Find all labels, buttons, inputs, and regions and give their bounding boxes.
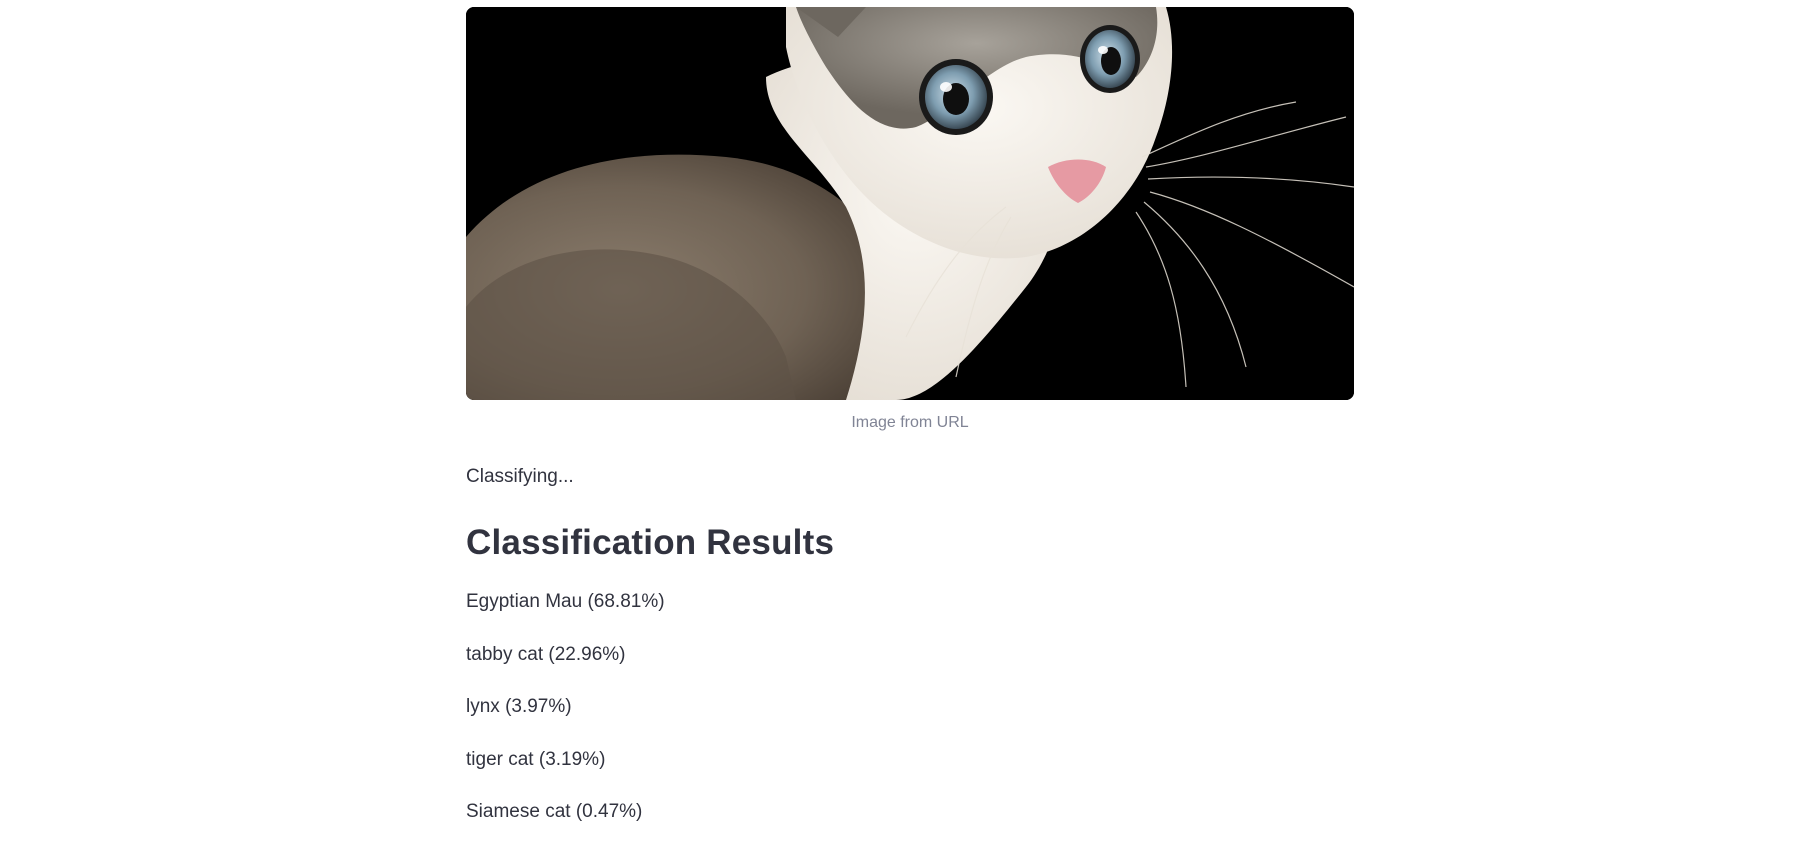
- classification-results-heading: Classification Results: [466, 523, 835, 562]
- result-item: lynx (3.97%): [466, 696, 572, 717]
- result-item: tiger cat (3.19%): [466, 748, 606, 770]
- image-caption: Image from URL: [851, 414, 969, 431]
- classifying-status-text: Classifying...: [466, 466, 574, 487]
- result-item: tabby cat (22.96%): [466, 643, 626, 665]
- cat-photo-illustration: [466, 7, 1354, 400]
- cat-image: [466, 7, 1354, 400]
- result-item: Siamese cat (0.47%): [466, 801, 643, 822]
- classification-results-list: Egyptian Mau (68.81%) tabby cat (22.96%)…: [466, 591, 665, 854]
- result-item: Egyptian Mau (68.81%): [466, 591, 665, 612]
